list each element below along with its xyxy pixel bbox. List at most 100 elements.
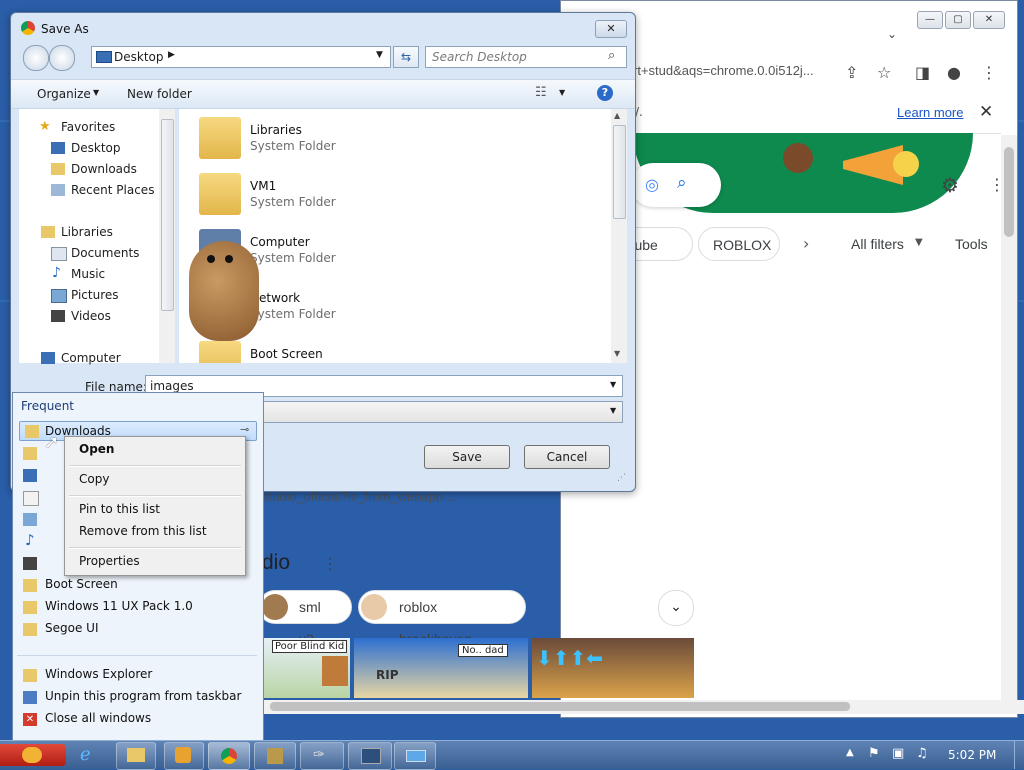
- horizontal-scrollbar[interactable]: [260, 700, 1024, 714]
- refresh-icon[interactable]: ⇆: [393, 46, 419, 68]
- scrollbar-thumb[interactable]: [1004, 147, 1014, 237]
- all-filters-button[interactable]: All filters: [851, 236, 904, 252]
- resize-grip-icon[interactable]: ⋰: [617, 473, 626, 483]
- back-icon[interactable]: [23, 45, 49, 71]
- jump-list-item-segoe-ui[interactable]: Segoe UI: [45, 621, 98, 635]
- taskbar-app[interactable]: ✑: [300, 742, 344, 770]
- task-windows-explorer[interactable]: Windows Explorer: [45, 667, 152, 681]
- infobar-close-icon[interactable]: ✕: [979, 102, 993, 122]
- pin-icon[interactable]: ⊸: [240, 423, 249, 436]
- save-button[interactable]: Save: [424, 445, 510, 469]
- hamster-eye: [207, 255, 215, 263]
- file-item-boot-screen[interactable]: Boot Screen: [199, 337, 499, 363]
- chevron-right-icon[interactable]: ›: [803, 234, 809, 253]
- video-thumbnail[interactable]: Poor Blind Kid: [262, 638, 350, 698]
- scroll-down-icon[interactable]: ▼: [614, 349, 620, 358]
- chip-roblox[interactable]: ROBLOX: [698, 227, 780, 261]
- nav-pictures[interactable]: Pictures: [71, 288, 119, 302]
- nav-recent-places[interactable]: Recent Places: [71, 183, 154, 197]
- url-fragment[interactable]: rt+stud&aqs=chrome.0.0i512j...: [633, 63, 814, 78]
- view-options-icon[interactable]: ☷: [535, 85, 547, 100]
- close-button[interactable]: ✕: [973, 11, 1005, 29]
- scrollbar-thumb[interactable]: [270, 702, 850, 711]
- nav-desktop[interactable]: Desktop: [71, 141, 121, 155]
- search-icon[interactable]: ⌕: [608, 48, 615, 63]
- view-dropdown-icon[interactable]: ▼: [559, 88, 565, 97]
- internet-explorer-icon[interactable]: ℯ: [80, 744, 91, 765]
- tray-flag-icon[interactable]: ⚑: [868, 746, 880, 761]
- star-icon[interactable]: ☆: [877, 63, 891, 82]
- breadcrumb-arrow-icon[interactable]: ▶: [168, 50, 175, 60]
- jump-list-item-ux-pack[interactable]: Windows 11 UX Pack 1.0: [45, 599, 193, 613]
- navigation-pane: ★ Favorites Desktop Downloads Recent Pla…: [19, 109, 162, 365]
- tools-button[interactable]: Tools: [955, 236, 988, 252]
- taskbar-media-player[interactable]: [164, 742, 204, 770]
- tray-volume-icon[interactable]: ♫: [916, 746, 928, 761]
- file-scrollbar-thumb[interactable]: [613, 125, 626, 219]
- taskbar-app[interactable]: [348, 742, 392, 770]
- taskbar-clock[interactable]: 5:02 PM: [948, 748, 996, 762]
- nav-scrollbar[interactable]: [159, 109, 175, 363]
- more-options-icon[interactable]: ⋮: [322, 554, 338, 573]
- task-unpin[interactable]: Unpin this program from taskbar: [45, 689, 241, 703]
- forward-icon[interactable]: [49, 45, 75, 71]
- search-input[interactable]: Search Desktop ⌕: [425, 46, 627, 68]
- taskbar-chrome[interactable]: [208, 742, 250, 770]
- share-icon[interactable]: ⇪: [845, 63, 858, 82]
- dialog-close-button[interactable]: ✕: [595, 20, 627, 38]
- tray-network-icon[interactable]: ▣: [892, 746, 904, 761]
- cancel-button[interactable]: Cancel: [524, 445, 610, 469]
- tray-expand-icon[interactable]: ▲: [846, 747, 854, 758]
- nav-computer[interactable]: Computer: [61, 351, 121, 365]
- minimize-button[interactable]: —: [917, 11, 943, 29]
- taskbar-app[interactable]: [394, 742, 436, 770]
- lens-icon[interactable]: ◎: [645, 175, 659, 194]
- help-icon[interactable]: ?: [597, 85, 613, 101]
- video-thumbnail[interactable]: No.. dad RIP: [354, 638, 528, 698]
- jump-list-item-boot-screen[interactable]: Boot Screen: [45, 577, 118, 591]
- chevron-down-icon[interactable]: ⌄: [887, 27, 897, 41]
- menu-item-copy[interactable]: Copy: [79, 472, 109, 486]
- file-item-libraries[interactable]: Libraries System Folder: [199, 113, 499, 163]
- menu-item-open[interactable]: Open: [79, 442, 114, 456]
- start-button[interactable]: [0, 744, 66, 766]
- settings-icon[interactable]: ⚙: [941, 173, 959, 197]
- organize-button[interactable]: Organize: [37, 87, 91, 101]
- nav-scrollbar-thumb[interactable]: [161, 119, 174, 311]
- sidebar-icon[interactable]: ◨: [915, 63, 930, 82]
- file-name-dropdown-icon[interactable]: ▼: [610, 380, 616, 389]
- menu-icon[interactable]: ⋮: [981, 63, 997, 82]
- task-close-all-windows[interactable]: Close all windows: [45, 711, 151, 725]
- show-desktop-button[interactable]: [1014, 741, 1024, 769]
- organize-dropdown-icon[interactable]: ▼: [93, 88, 99, 97]
- taskbar-explorer[interactable]: [116, 742, 156, 770]
- vertical-scrollbar[interactable]: [1001, 135, 1017, 705]
- close-all-icon: ✕: [23, 713, 37, 726]
- avatar-icon[interactable]: ●: [947, 63, 961, 82]
- file-type: System Folder: [250, 195, 336, 209]
- nav-videos[interactable]: Videos: [71, 309, 111, 323]
- nav-music[interactable]: Music: [71, 267, 105, 281]
- file-item-vm1[interactable]: VM1 System Folder: [199, 169, 499, 219]
- scroll-up-icon[interactable]: ▲: [614, 111, 620, 120]
- new-folder-button[interactable]: New folder: [127, 87, 192, 101]
- expand-chevron-icon[interactable]: ⌄: [658, 590, 694, 626]
- maximize-button[interactable]: ▢: [945, 11, 971, 29]
- hamster-pet[interactable]: [189, 241, 259, 341]
- taskbar-app[interactable]: [254, 742, 296, 770]
- nav-libraries[interactable]: Libraries: [61, 225, 113, 239]
- mouse-cursor-icon: ➚: [44, 432, 60, 453]
- learn-more-link[interactable]: Learn more: [897, 105, 963, 120]
- video-thumbnail[interactable]: ⬇⬆⬆⬅: [532, 638, 694, 698]
- save-type-dropdown-icon[interactable]: ▼: [610, 406, 616, 415]
- menu-item-properties[interactable]: Properties: [79, 554, 140, 568]
- nav-downloads[interactable]: Downloads: [71, 162, 137, 176]
- search-icon[interactable]: ⌕: [677, 173, 687, 193]
- address-dropdown-icon[interactable]: ▼: [376, 50, 383, 60]
- menu-item-remove[interactable]: Remove from this list: [79, 524, 207, 538]
- nav-documents[interactable]: Documents: [71, 246, 139, 260]
- menu-item-pin[interactable]: Pin to this list: [79, 502, 160, 516]
- address-bar[interactable]: Desktop ▶ ▼: [91, 46, 391, 68]
- file-scrollbar[interactable]: ▲ ▼: [611, 109, 627, 363]
- nav-favorites[interactable]: Favorites: [61, 120, 115, 134]
